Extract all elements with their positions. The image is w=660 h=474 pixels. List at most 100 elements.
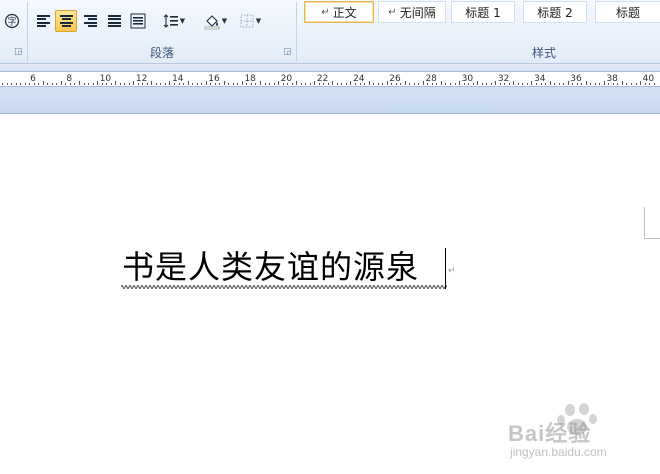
style-no-spacing[interactable]: ↵ 无间隔 <box>378 1 446 23</box>
ruler-tick <box>214 83 216 85</box>
ruler-tick <box>110 83 112 85</box>
ruler-tick <box>133 81 135 85</box>
line-spacing-button[interactable]: ▼ <box>160 10 188 32</box>
ruler-tick <box>504 83 506 85</box>
ruler-tick <box>472 83 474 85</box>
ruler-tick <box>585 81 587 85</box>
ruler-tick <box>590 83 592 85</box>
font-group-launcher-icon[interactable]: ◲ <box>14 47 23 57</box>
ruler-tick <box>287 83 289 85</box>
ruler-tick <box>631 83 632 85</box>
ruler-tick <box>594 83 596 85</box>
ruler-tick <box>653 83 655 85</box>
ruler-tick <box>323 83 325 85</box>
ruler-tick <box>88 83 89 85</box>
ruler-tick <box>336 83 338 85</box>
ruler-tick <box>391 83 393 85</box>
ruler-tick <box>101 83 103 85</box>
ruler-tick <box>137 83 139 85</box>
ruler-tick <box>486 83 488 85</box>
style-label: 正文 <box>332 5 357 20</box>
ruler-tick <box>450 83 451 85</box>
document-text[interactable]: 书是人类友谊的源泉 <box>122 245 419 289</box>
ruler-tick <box>29 83 31 85</box>
ruler-tick <box>146 83 148 85</box>
ruler-tick <box>621 81 623 85</box>
ruler-tick <box>92 83 94 85</box>
ruler-tick <box>169 81 171 85</box>
style-heading-1[interactable]: 标题 1 <box>451 1 515 23</box>
ruler-tick <box>545 83 546 85</box>
ruler-tick <box>115 81 117 85</box>
ruler-tick <box>454 83 456 85</box>
paragraph-launcher-icon[interactable]: ◲ <box>283 47 292 57</box>
ruler-tick <box>558 83 560 85</box>
ruler-tick <box>65 83 67 85</box>
ruler-tick <box>273 83 275 85</box>
phonetic-guide-button[interactable]: 字 <box>1 10 23 32</box>
ruler-tick <box>42 81 44 85</box>
align-left-button[interactable] <box>32 10 54 32</box>
horizontal-ruler[interactable]: 6 8 10 12 14 16 18 20 22 24 26 28 30 32 34 36 38 40 <box>0 71 660 87</box>
ruler-tick <box>183 83 184 85</box>
justify-button[interactable] <box>103 10 125 32</box>
align-left-icon <box>36 15 50 27</box>
ruler-tick <box>581 83 583 85</box>
ruler-tick <box>51 83 53 85</box>
style-label: 标题 1 <box>465 5 501 20</box>
ruler-tick <box>350 81 352 85</box>
ruler-tick <box>192 83 194 85</box>
ruler-tick <box>160 83 162 85</box>
ruler-tick <box>644 83 646 85</box>
ruler-tick <box>572 83 574 85</box>
ruler-tick <box>554 83 555 85</box>
borders-button[interactable]: ▼ <box>235 10 265 32</box>
ruler-tick <box>60 81 62 85</box>
ruler-tick <box>174 83 175 85</box>
distributed-button[interactable] <box>127 10 149 32</box>
shading-button[interactable]: ▼ <box>200 10 230 32</box>
ruler-tick <box>526 83 528 85</box>
ribbon: 字 ◲ ▼ ▼ ▼ 段落 ◲ ↵ 正文 ↵ 无间隔 标题 1 标题 2 标题 样… <box>0 0 660 64</box>
ruler-tick <box>395 83 397 85</box>
ruler-tick <box>237 83 239 85</box>
ruler-tick <box>11 83 13 85</box>
style-title[interactable]: 标题 <box>595 1 660 23</box>
borders-icon <box>240 14 254 28</box>
ruler-tick <box>219 83 221 85</box>
ruler-tick <box>517 83 519 85</box>
ruler-tick <box>15 83 17 85</box>
ruler-tick <box>354 83 356 85</box>
ruler-tick <box>241 81 243 85</box>
ruler-tick <box>481 83 483 85</box>
ruler-tick <box>282 83 284 85</box>
ruler-tick <box>563 83 565 85</box>
ruler-tick <box>278 81 279 85</box>
chevron-down-icon: ▼ <box>179 17 186 25</box>
ruler-tick <box>409 83 411 85</box>
align-right-button[interactable] <box>79 10 101 32</box>
ruler-tick <box>196 83 198 85</box>
ruler-tick <box>422 81 424 85</box>
ruler-tick <box>228 83 230 85</box>
ruler-tick <box>608 83 610 85</box>
ruler-tick <box>38 83 40 85</box>
ruler-tick <box>74 83 76 85</box>
ruler-tick <box>649 83 651 85</box>
align-right-icon <box>83 15 97 27</box>
watermark-brand: Bai经验 <box>508 421 592 446</box>
ruler-tick <box>246 83 248 85</box>
ruler-tick <box>626 83 628 85</box>
ruler-tick <box>78 81 80 85</box>
style-normal[interactable]: ↵ 正文 <box>304 1 374 23</box>
squiggle-path <box>121 285 447 289</box>
ruler-tick <box>201 83 203 85</box>
ruler-tick <box>522 83 524 85</box>
ruler-tick <box>305 83 307 85</box>
style-heading-2[interactable]: 标题 2 <box>523 1 587 23</box>
ruler-tick <box>142 83 144 85</box>
paragraph-mark-icon: ↵ <box>388 6 397 18</box>
align-center-button[interactable] <box>55 10 77 32</box>
chevron-down-icon: ▼ <box>255 17 262 25</box>
ruler-tick <box>499 83 501 85</box>
